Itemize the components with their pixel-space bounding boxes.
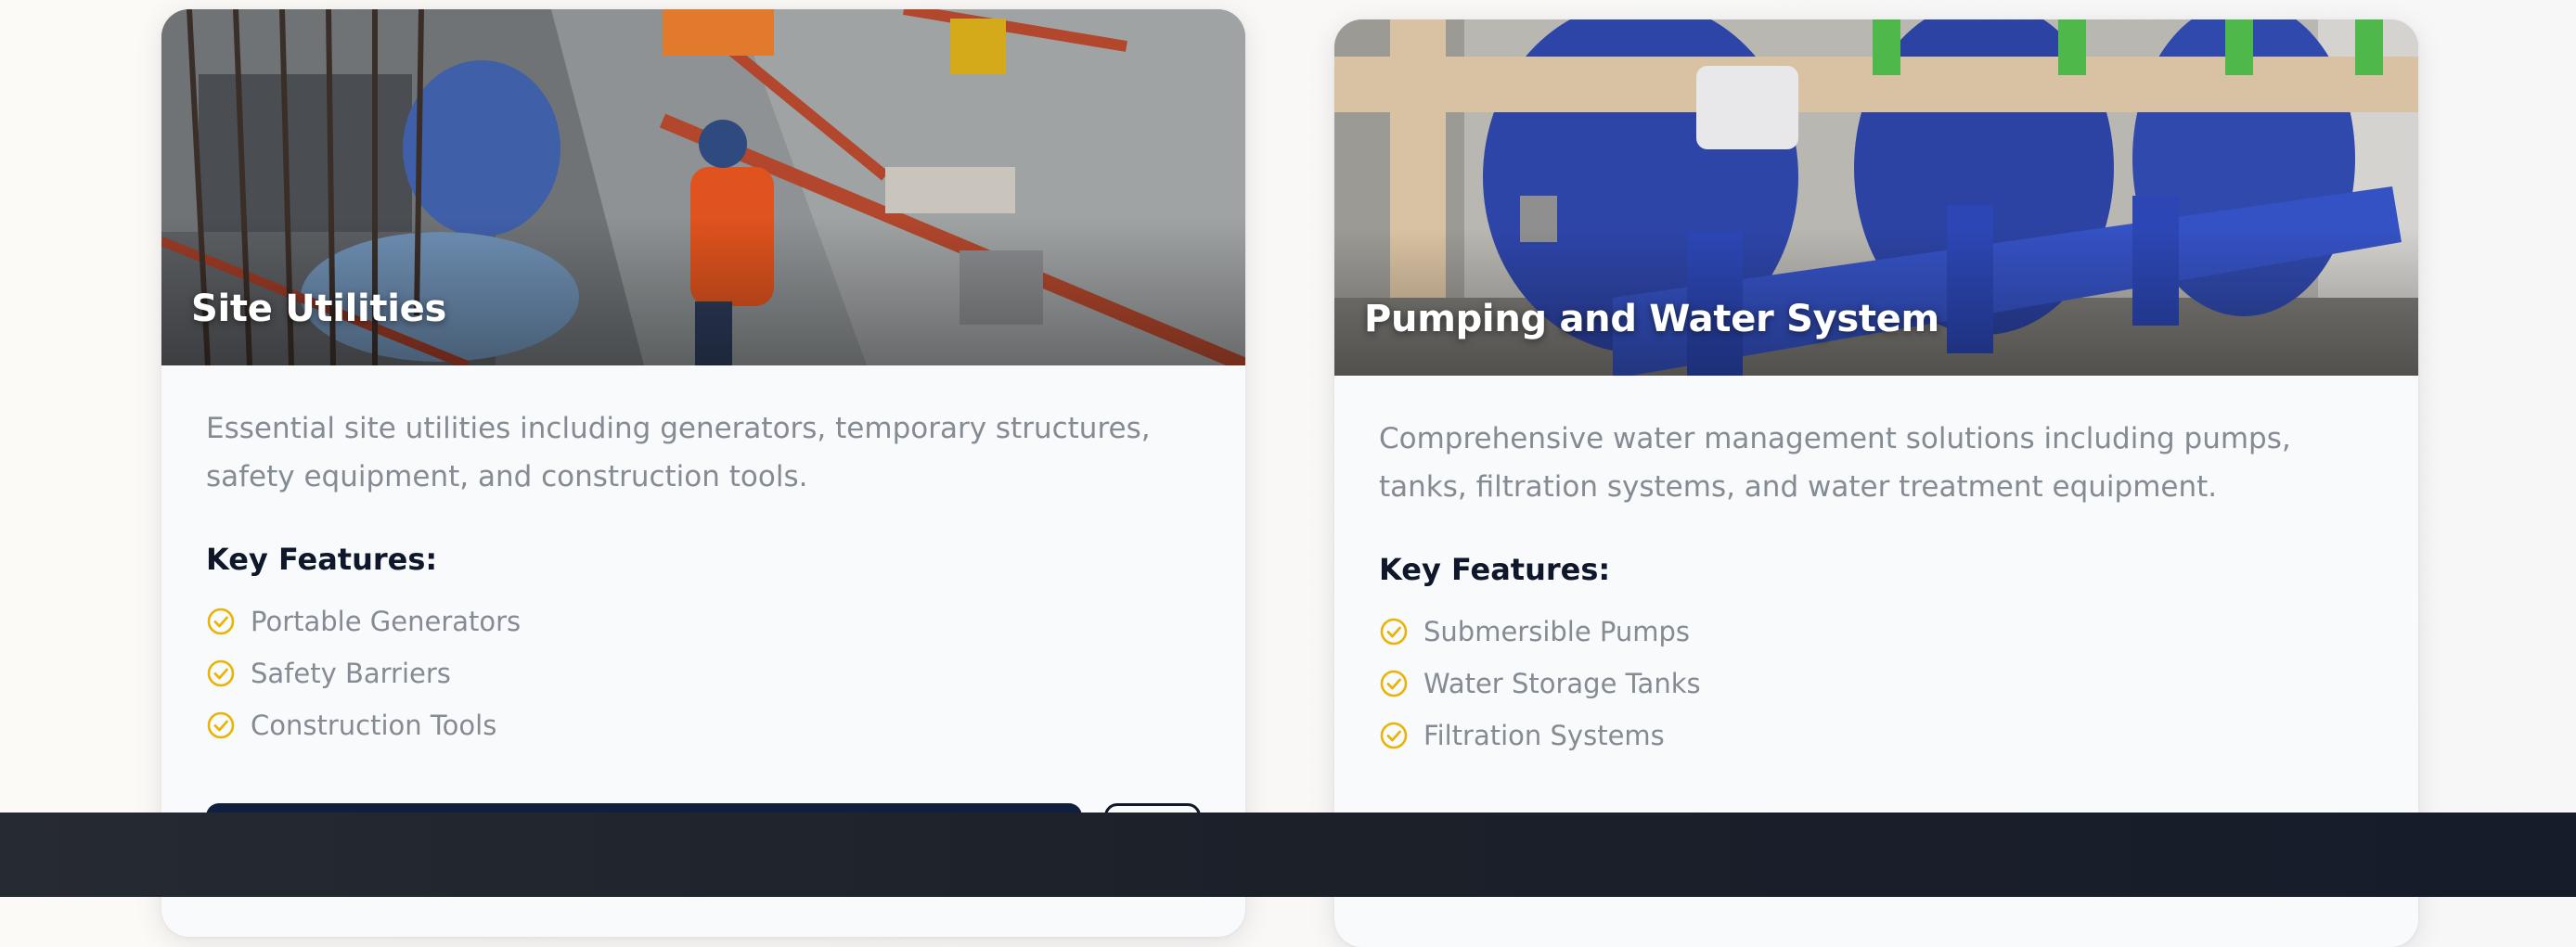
feature-label: Safety Barriers <box>251 658 451 689</box>
card-title: Pumping and Water System <box>1364 298 1939 340</box>
feature-label: Submersible Pumps <box>1423 616 1691 647</box>
feature-item: Portable Generators <box>206 595 1201 647</box>
card-description: Comprehensive water management solutions… <box>1379 422 2291 504</box>
check-circle-icon <box>1379 669 1409 698</box>
feature-item: Safety Barriers <box>206 647 1201 699</box>
feature-label: Filtration Systems <box>1423 720 1665 751</box>
footer <box>0 813 2576 897</box>
check-circle-icon <box>206 659 236 688</box>
feature-item: Water Storage Tanks <box>1379 658 2374 710</box>
card-description: Essential site utilities including gener… <box>206 412 1151 493</box>
feature-item: Construction Tools <box>206 699 1201 751</box>
card-image: Pumping and Water System <box>1334 19 2418 376</box>
feature-item: Filtration Systems <box>1379 710 2374 761</box>
check-circle-icon <box>206 607 236 636</box>
feature-label: Water Storage Tanks <box>1423 668 1701 699</box>
features-heading: Key Features: <box>1379 552 1611 587</box>
service-card-site-utilities: Site Utilities Essential site utilities … <box>161 9 1245 937</box>
features-heading: Key Features: <box>206 542 438 577</box>
feature-label: Portable Generators <box>251 606 522 637</box>
feature-item: Submersible Pumps <box>1379 606 2374 658</box>
feature-label: Construction Tools <box>251 710 497 741</box>
card-image: Site Utilities <box>161 9 1245 365</box>
features-list: Portable Generators Safety Barriers Cons… <box>206 595 1201 751</box>
check-circle-icon <box>206 710 236 740</box>
check-circle-icon <box>1379 617 1409 646</box>
check-circle-icon <box>1379 721 1409 750</box>
features-list: Submersible Pumps Water Storage Tanks Fi… <box>1379 606 2374 761</box>
card-title: Site Utilities <box>191 288 446 330</box>
service-card-pumping-water: Pumping and Water System Comprehensive w… <box>1334 19 2418 947</box>
